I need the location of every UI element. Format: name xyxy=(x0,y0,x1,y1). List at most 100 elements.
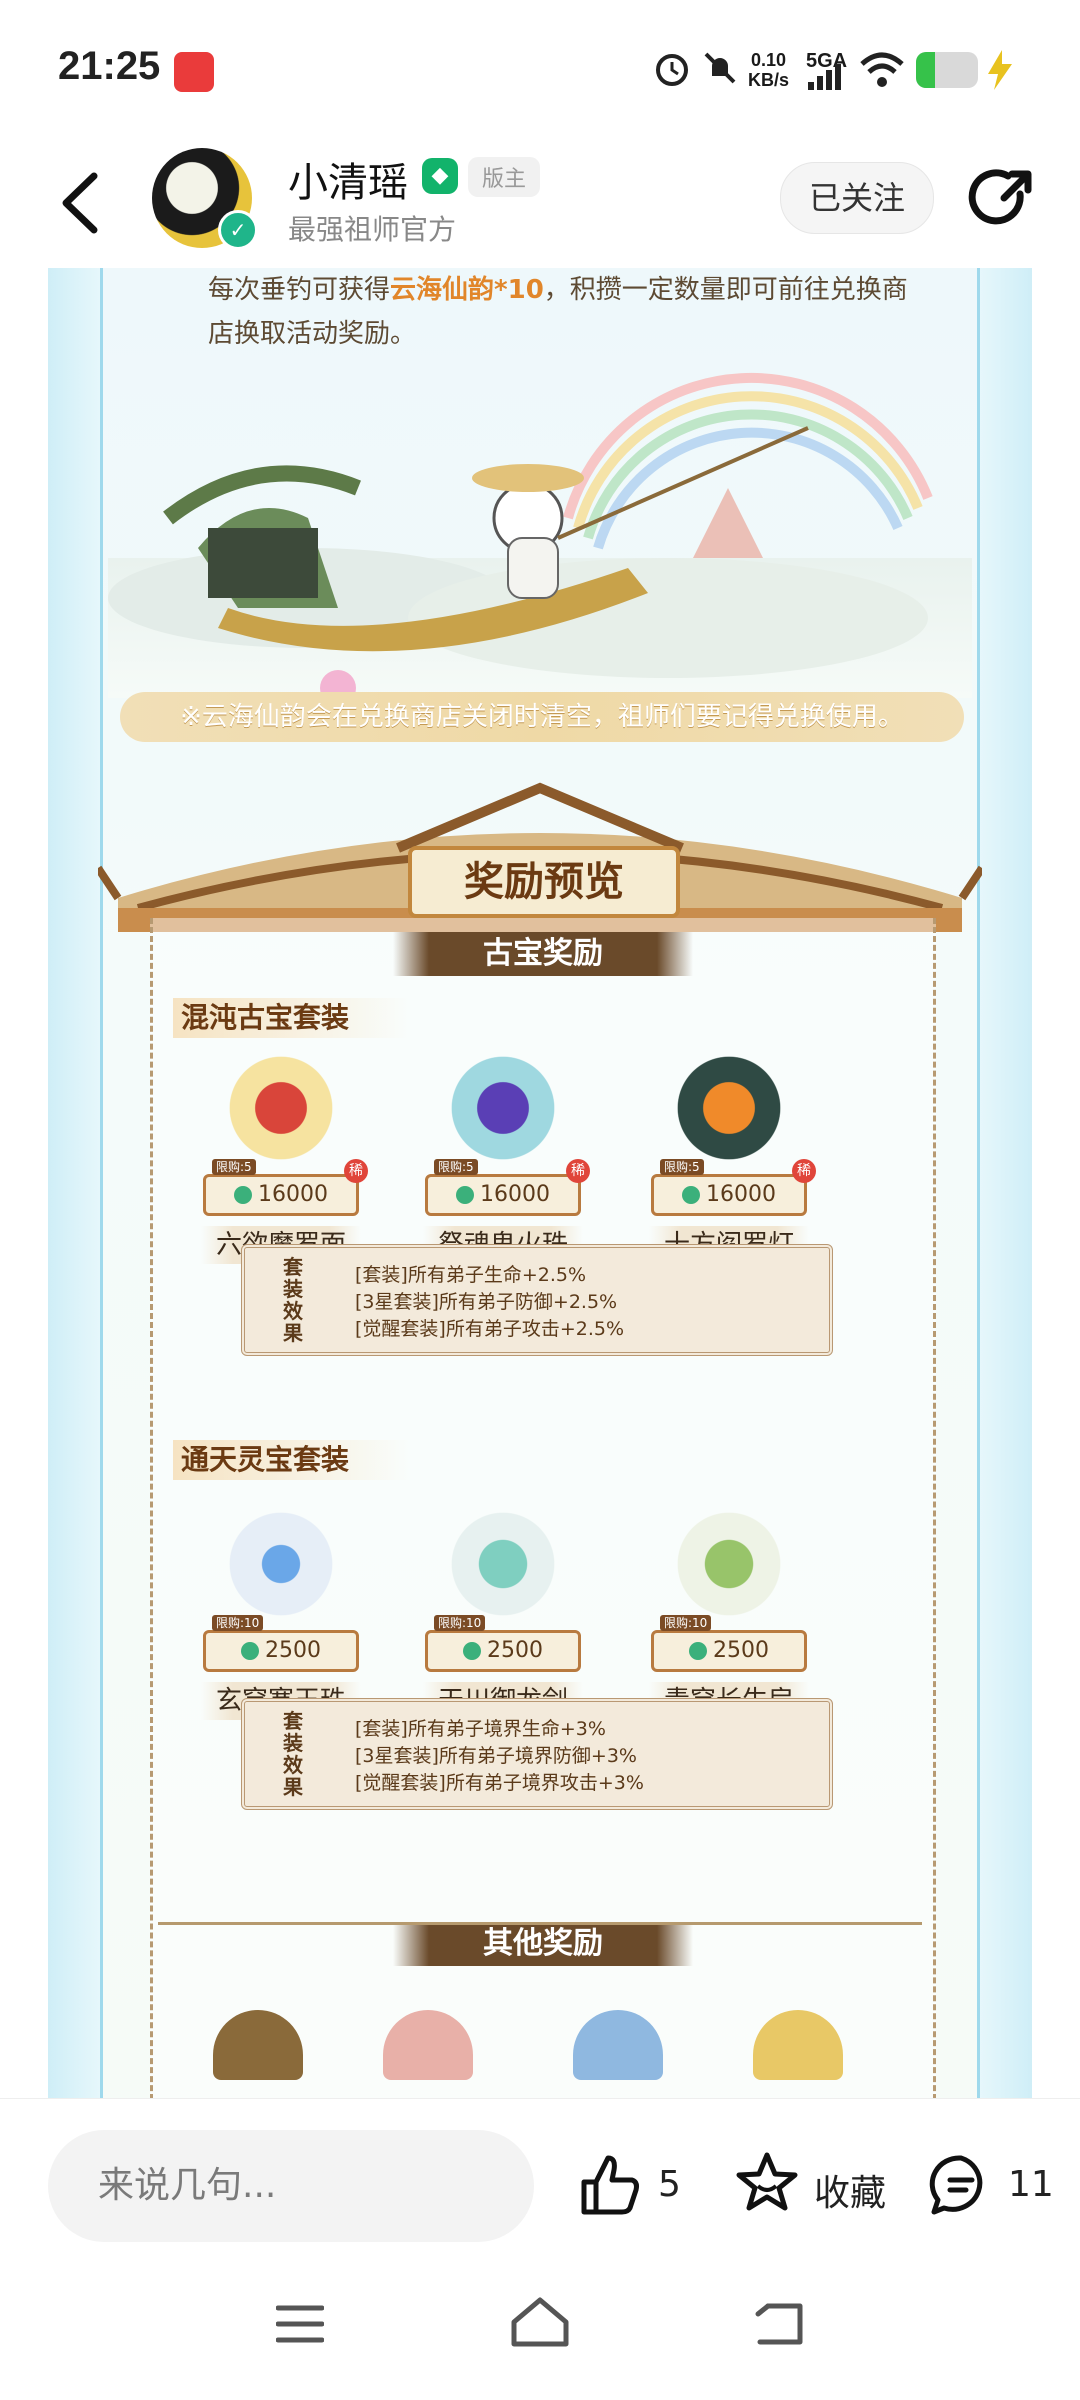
comment-icon[interactable] xyxy=(928,2152,994,2218)
purchase-limit: 限购:10 xyxy=(434,1615,486,1631)
set1-title: 混沌古宝套装 xyxy=(173,998,410,1038)
currency-icon xyxy=(689,1642,707,1660)
reward-board: 古宝奖励 混沌古宝套装 限购:516000稀 六欲魔罗面 限购:516000稀 … xyxy=(150,918,936,2098)
currency-icon xyxy=(682,1186,700,1204)
rarity-badge: 稀 xyxy=(566,1159,590,1183)
price-tag: 限购:5 16000 稀 xyxy=(651,1159,816,1216)
intro-prefix: 每次垂钓可获得 xyxy=(208,275,391,305)
reward-item[interactable]: 限购:516000稀 六欲魔罗面 xyxy=(201,1048,368,1264)
wifi-icon xyxy=(860,52,904,87)
jade-orb-icon xyxy=(221,1504,341,1624)
set2-title: 通天灵宝套装 xyxy=(173,1440,410,1480)
verified-icon: ✓ xyxy=(218,210,258,250)
set-effect-line: [3星套装]所有弟子防御+2.5% xyxy=(355,1291,618,1313)
back-nav-icon[interactable] xyxy=(754,2300,804,2346)
price-tag: 限购:5 16000 稀 xyxy=(203,1159,368,1216)
reward-preview-title: 奖励预览 xyxy=(408,846,680,918)
favorite-icon[interactable] xyxy=(734,2150,800,2216)
battery-fill xyxy=(916,52,935,88)
ancient-treasure-banner: 古宝奖励 xyxy=(393,932,693,976)
dragon-sword-icon xyxy=(443,1504,563,1624)
author-subtitle: 最强祖师官方 xyxy=(288,213,457,246)
set-effect-line: [觉醒套装]所有弟子境界攻击+3% xyxy=(355,1772,644,1794)
price-tag: 限购:5 16000 稀 xyxy=(425,1159,590,1216)
currency-icon xyxy=(463,1642,481,1660)
set-effect-line: [觉醒套装]所有弟子攻击+2.5% xyxy=(355,1318,625,1340)
reward-item[interactable]: 限购:516000稀 十方阎罗灯 xyxy=(649,1048,816,1264)
post-image: 每次垂钓可获得云海仙韵*10，积攒一定数量即可前往兑换商店换取活动奖励。 ※云海… xyxy=(48,268,1032,2098)
comment-input[interactable]: 来说几句... xyxy=(48,2130,534,2242)
mute-icon xyxy=(704,52,736,84)
set-effect-line: [套装]所有弟子境界生命+3% xyxy=(355,1718,606,1740)
status-bar: 21:25 0.10 KB/s 5GA xyxy=(0,0,1080,140)
item-price: 2500 xyxy=(487,1638,543,1663)
author-name[interactable]: 小清瑶 xyxy=(288,150,408,208)
set-effect-lines: [套装]所有弟子生命+2.5% [3星套装]所有弟子防御+2.5% [觉醒套装]… xyxy=(355,1262,624,1343)
purchase-limit: 限购:10 xyxy=(212,1615,264,1631)
price-tag: 限购:10 2500 xyxy=(203,1615,359,1672)
price-tag: 限购:10 2500 xyxy=(651,1615,807,1672)
item-price: 2500 xyxy=(265,1638,321,1663)
purchase-limit: 限购:5 xyxy=(434,1159,478,1175)
fishing-boat-illustration xyxy=(108,372,972,698)
other-rewards-banner: 其他奖励 xyxy=(393,1922,693,1966)
home-icon[interactable] xyxy=(510,2296,570,2348)
ghost-fire-orb-icon xyxy=(443,1048,563,1168)
currency-icon xyxy=(234,1186,252,1204)
net-speed-value: 0.10 xyxy=(750,50,787,70)
rarity-badge: 稀 xyxy=(792,1159,816,1183)
role-tag: 版主 xyxy=(468,157,541,197)
section-divider xyxy=(158,1922,922,1925)
like-icon[interactable] xyxy=(576,2152,642,2218)
reward-item-art xyxy=(383,2010,473,2080)
poster-border-left xyxy=(48,268,103,2098)
like-count: 5 xyxy=(658,2164,681,2205)
app-notification-icon xyxy=(174,52,214,92)
fan-icon xyxy=(669,1504,789,1624)
set-effect-label: 套装效果 xyxy=(283,1255,303,1345)
battery-icon xyxy=(916,52,978,88)
comment-count: 11 xyxy=(1008,2164,1054,2205)
signal-icon xyxy=(808,64,841,90)
currency-icon xyxy=(241,1642,259,1660)
set-effect-line: [3星套装]所有弟子境界防御+3% xyxy=(355,1745,637,1767)
item-price: 16000 xyxy=(258,1182,328,1207)
reward-item[interactable]: 限购:516000稀 祭魂鬼火珠 xyxy=(423,1048,590,1264)
notice-banner: ※云海仙韵会在兑换商店关闭时清空，祖师们要记得兑换使用。 xyxy=(120,692,964,742)
follow-button[interactable]: 已关注 xyxy=(780,162,934,234)
mask-icon xyxy=(221,1048,341,1168)
item-price: 2500 xyxy=(713,1638,769,1663)
net-speed: 0.10 KB/s xyxy=(748,50,789,90)
set2-effect-box: 套装效果 [套装]所有弟子境界生命+3% [3星套装]所有弟子境界防御+3% [… xyxy=(241,1698,833,1810)
back-icon[interactable] xyxy=(54,168,114,238)
purchase-limit: 限购:10 xyxy=(660,1615,712,1631)
item-price: 16000 xyxy=(706,1182,776,1207)
official-badge-icon: ◆ xyxy=(422,158,458,194)
currency-icon xyxy=(456,1186,474,1204)
system-navigation-bar xyxy=(0,2260,1080,2400)
charging-icon xyxy=(988,50,1012,90)
set-effect-lines: [套装]所有弟子境界生命+3% [3星套装]所有弟子境界防御+3% [觉醒套装]… xyxy=(355,1716,644,1797)
share-icon[interactable] xyxy=(968,164,1038,234)
menu-icon[interactable] xyxy=(276,2304,324,2344)
purchase-limit: 限购:5 xyxy=(212,1159,256,1175)
price-tag: 限购:10 2500 xyxy=(425,1615,581,1672)
reward-item-art xyxy=(573,2010,663,2080)
reward-item-art xyxy=(753,2010,843,2080)
reward-item[interactable]: 限购:102500 青穹长生扇 xyxy=(649,1504,809,1720)
reward-item[interactable]: 限购:102500 玄穹寒玉珠 xyxy=(201,1504,361,1720)
rarity-badge: 稀 xyxy=(344,1159,368,1183)
net-speed-unit: KB/s xyxy=(748,70,790,90)
set-effect-label: 套装效果 xyxy=(283,1709,303,1799)
set1-effect-box: 套装效果 [套装]所有弟子生命+2.5% [3星套装]所有弟子防御+2.5% [… xyxy=(241,1244,833,1356)
alarm-icon xyxy=(656,54,688,86)
lantern-icon xyxy=(669,1048,789,1168)
reward-item[interactable]: 限购:102500 天川御龙剑 xyxy=(423,1504,583,1720)
item-price: 16000 xyxy=(480,1182,550,1207)
purchase-limit: 限购:5 xyxy=(660,1159,704,1175)
set-effect-line: [套装]所有弟子生命+2.5% xyxy=(355,1264,587,1286)
favorite-label[interactable]: 收藏 xyxy=(814,2164,886,2216)
clock: 21:25 xyxy=(58,44,161,88)
reward-item-art xyxy=(213,2010,303,2080)
intro-text: 每次垂钓可获得云海仙韵*10，积攒一定数量即可前往兑换商店换取活动奖励。 xyxy=(208,268,928,356)
